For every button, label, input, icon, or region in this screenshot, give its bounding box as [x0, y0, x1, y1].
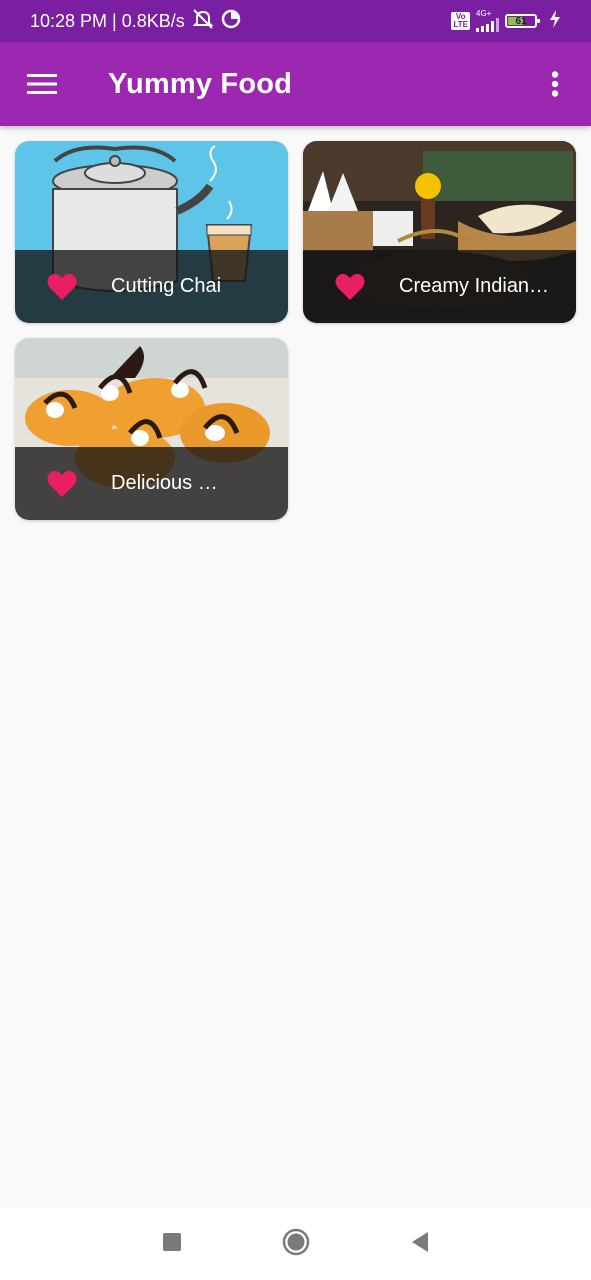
card-footer: Creamy Indian…: [303, 250, 576, 323]
card-footer: Delicious …: [15, 447, 288, 520]
hamburger-menu-icon[interactable]: [0, 42, 84, 126]
mute-notifications-icon: [191, 8, 215, 35]
volte-badge: Vo LTE: [451, 12, 470, 30]
favorite-heart-icon[interactable]: [31, 250, 93, 323]
recipe-title: Delicious …: [111, 472, 218, 494]
more-vert-icon[interactable]: [519, 42, 591, 126]
status-bar: 10:28 PM | 0.8KB/s Vo LTE 4G+ 61: [0, 0, 591, 42]
signal-strength-icon: [476, 18, 499, 32]
status-time-speed: 10:28 PM | 0.8KB/s: [30, 10, 185, 31]
charging-bolt-icon: [549, 9, 561, 33]
triangle-back-icon[interactable]: [410, 1231, 430, 1258]
battery-level: 61: [515, 15, 527, 27]
circle-home-icon[interactable]: [282, 1228, 310, 1261]
recipe-card[interactable]: Delicious …: [15, 338, 288, 520]
page-title: Yummy Food: [108, 67, 293, 100]
recipe-card[interactable]: Cutting Chai: [15, 141, 288, 323]
recipe-title: Cutting Chai: [111, 275, 222, 297]
battery-icon: 61: [505, 14, 540, 28]
recipe-card[interactable]: Creamy Indian…: [303, 141, 576, 323]
favorite-heart-icon[interactable]: [319, 250, 381, 323]
app-bar: Yummy Food: [0, 42, 591, 126]
recipe-title: Creamy Indian…: [399, 275, 550, 297]
favorite-heart-icon[interactable]: [31, 447, 93, 520]
system-nav-bar: [0, 1208, 591, 1280]
square-recents-icon[interactable]: [162, 1232, 182, 1257]
card-footer: Cutting Chai: [15, 250, 288, 323]
data-saver-icon: [221, 9, 241, 34]
network-type: 4G+: [476, 9, 492, 18]
